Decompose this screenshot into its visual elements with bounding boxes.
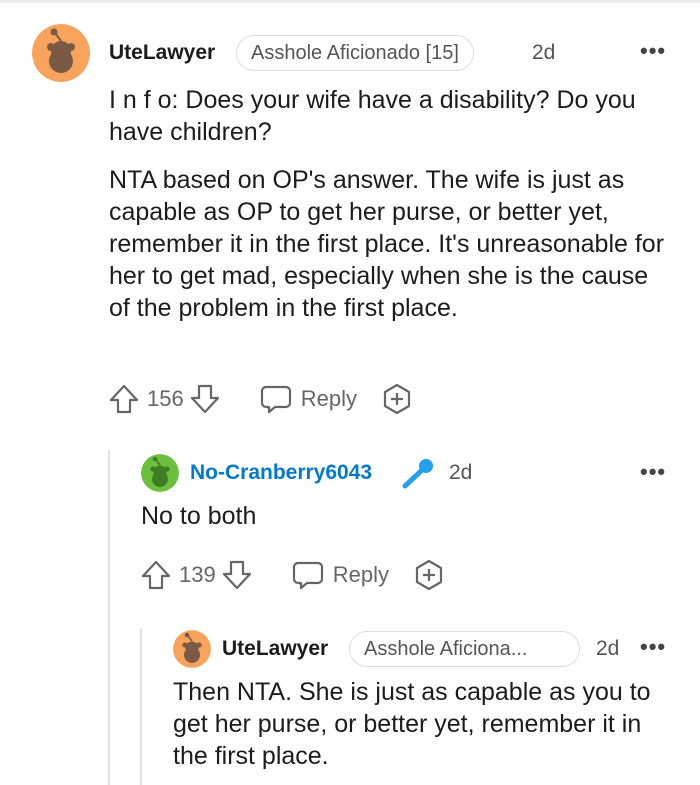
award-plus-icon[interactable] xyxy=(381,383,413,415)
timestamp: 2d xyxy=(596,637,620,660)
more-options-icon[interactable]: ••• xyxy=(640,461,666,483)
username[interactable]: No-Cranberry6043 xyxy=(190,461,372,485)
username[interactable]: UteLawyer xyxy=(222,637,328,661)
user-flair: Asshole Aficionado [15] xyxy=(236,35,474,71)
microphone-icon xyxy=(400,457,436,494)
comment-text: Then NTA. She is just as capable as you … xyxy=(173,678,651,770)
avatar[interactable] xyxy=(32,24,90,82)
vote-count: 156 xyxy=(147,386,184,411)
more-options-icon[interactable]: ••• xyxy=(640,40,666,62)
reply-label: Reply xyxy=(300,386,357,411)
more-options-icon[interactable]: ••• xyxy=(640,636,666,658)
vote-count: 139 xyxy=(179,562,216,587)
upvote-arrow-icon[interactable] xyxy=(109,383,139,415)
comment-text: No to both xyxy=(141,502,257,530)
timestamp: 2d xyxy=(449,461,473,484)
upvote-arrow-icon[interactable] xyxy=(141,559,171,591)
top-divider xyxy=(0,0,700,3)
chat-bubble-icon xyxy=(292,560,324,590)
username[interactable]: UteLawyer xyxy=(109,41,215,65)
comment-actions: 139 Reply xyxy=(141,559,445,591)
downvote-arrow-icon[interactable] xyxy=(190,383,220,415)
thread-line[interactable] xyxy=(140,628,142,785)
avatar[interactable] xyxy=(141,454,179,492)
reply-button[interactable]: Reply xyxy=(292,560,389,590)
reply-label: Reply xyxy=(332,562,389,587)
user-flair: Asshole Aficiona... xyxy=(349,631,580,667)
comment-text: I n f o: Does your wife have a disabilit… xyxy=(109,86,636,146)
timestamp: 2d xyxy=(532,41,556,64)
avatar[interactable] xyxy=(173,630,211,668)
comment-text: NTA based on OP's answer. The wife is ju… xyxy=(109,166,665,322)
reply-button[interactable]: Reply xyxy=(260,384,357,414)
comment-actions: 156 Reply xyxy=(109,383,413,415)
chat-bubble-icon xyxy=(260,384,292,414)
award-plus-icon[interactable] xyxy=(413,559,445,591)
downvote-arrow-icon[interactable] xyxy=(222,559,252,591)
thread-line[interactable] xyxy=(108,450,110,785)
